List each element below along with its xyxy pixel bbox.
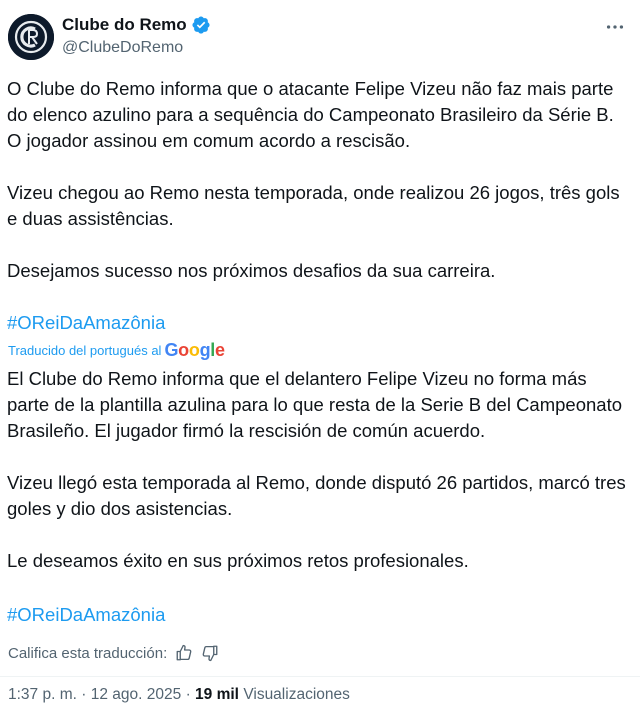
thumbs-up-icon[interactable]: [175, 644, 193, 662]
tweet-time[interactable]: 1:37 p. m.: [8, 686, 77, 703]
original-paragraph-1: O Clube do Remo informa que o atacante F…: [7, 78, 614, 151]
views-label: Visualizaciones: [243, 686, 350, 703]
meta-separator: ·: [81, 686, 87, 703]
avatar[interactable]: [8, 14, 54, 60]
tweet-meta: 1:37 p. m. · 12 ago. 2025 · 19 mil Visua…: [8, 686, 350, 704]
translation-note[interactable]: Traducido del portugués al Google: [8, 340, 225, 361]
rate-label: Califica esta traducción:: [8, 644, 168, 662]
translated-hashtag-link[interactable]: #OReiDaAmazônia: [7, 602, 633, 628]
divider: [0, 676, 640, 677]
verified-badge-icon: [192, 16, 210, 34]
more-options-icon[interactable]: [604, 16, 626, 42]
original-paragraph-3: Desejamos sucesso nos próximos desafios …: [7, 260, 496, 281]
meta-separator-2: ·: [185, 686, 191, 703]
translation-label: Traducido del portugués al: [8, 343, 162, 358]
display-name[interactable]: Clube do Remo: [62, 15, 187, 35]
original-paragraph-2: Vizeu chegou ao Remo nesta temporada, on…: [7, 182, 620, 229]
rate-translation: Califica esta traducción:: [8, 644, 219, 662]
club-logo-icon: [8, 14, 54, 60]
tweet-date[interactable]: 12 ago. 2025: [91, 686, 182, 703]
translated-paragraph-3: Le deseamos éxito en sus próximos retos …: [7, 550, 469, 571]
translated-paragraph-2: Vizeu llegó esta temporada al Remo, dond…: [7, 472, 626, 519]
user-handle[interactable]: @ClubeDoRemo: [62, 39, 183, 57]
tweet-header: Clube do Remo @ClubeDoRemo: [0, 0, 640, 70]
views-count: 19 mil: [195, 686, 239, 703]
name-row: Clube do Remo: [62, 15, 211, 35]
thumbs-down-icon[interactable]: [201, 644, 219, 662]
translated-paragraph-1: El Clube do Remo informa que el delanter…: [7, 368, 623, 441]
original-hashtag-link[interactable]: #OReiDaAmazônia: [7, 310, 633, 336]
google-logo: Google: [164, 340, 225, 360]
